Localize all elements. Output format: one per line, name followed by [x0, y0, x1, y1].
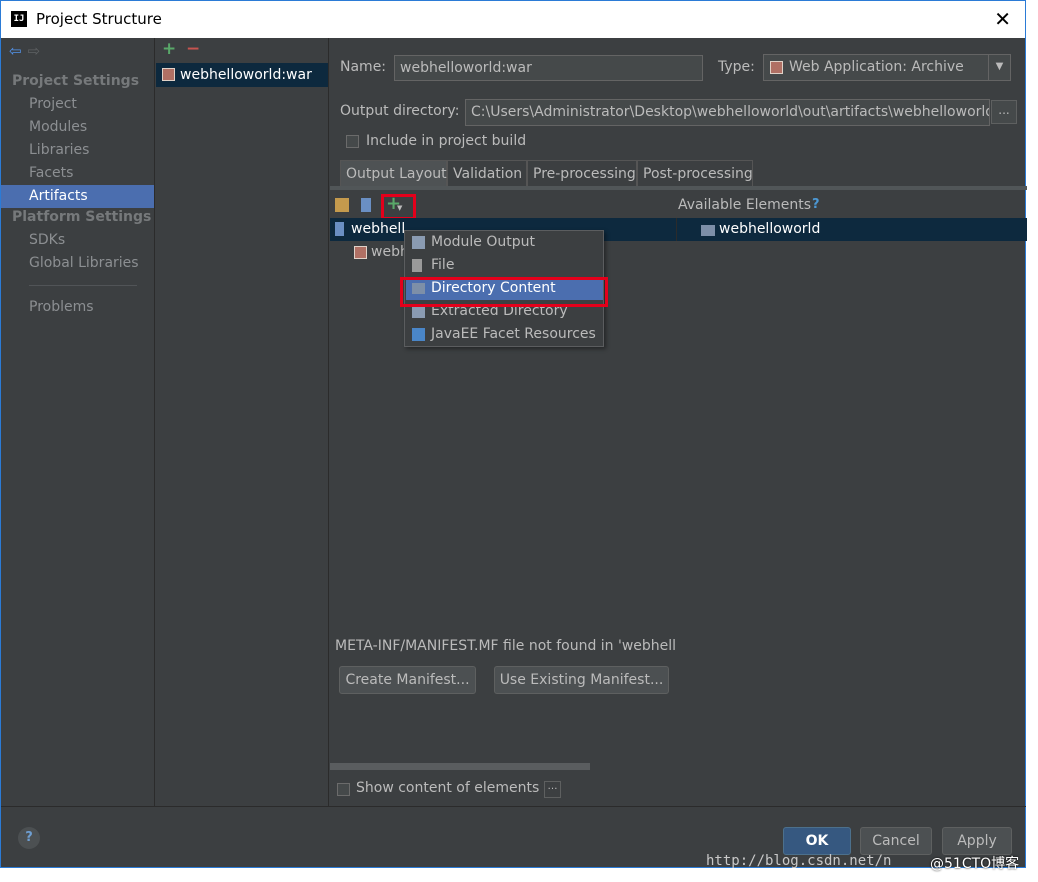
apply-button[interactable]: Apply: [942, 827, 1012, 855]
chevron-down-icon[interactable]: ▼: [988, 55, 1010, 80]
nav-item-modules[interactable]: Modules: [1, 116, 154, 139]
layout-tree-root[interactable]: webhell: [351, 218, 405, 241]
available-elements-label: Available Elements: [678, 197, 812, 213]
nav-section-platform-settings: Platform Settings: [12, 209, 152, 225]
file-icon: [412, 259, 422, 272]
name-field[interactable]: webhelloworld:war: [394, 55, 703, 81]
show-content-options-button[interactable]: …: [544, 781, 561, 798]
war-root-icon: [335, 222, 344, 236]
include-build-checkbox[interactable]: [346, 135, 359, 148]
nav-item-global-libraries[interactable]: Global Libraries: [1, 252, 154, 275]
ok-button[interactable]: OK: [783, 827, 851, 855]
menu-item-javaee-facet-resources[interactable]: JavaEE Facet Resources: [406, 323, 603, 346]
nav-item-libraries[interactable]: Libraries: [1, 139, 154, 162]
menu-item-label: Module Output: [431, 234, 535, 250]
nav-section-project-settings: Project Settings: [12, 73, 140, 89]
create-manifest-button[interactable]: Create Manifest...: [339, 666, 476, 694]
site-watermark: @51CTO博客: [930, 856, 1020, 872]
add-artifact-icon[interactable]: +: [162, 39, 176, 59]
nav-item-problems[interactable]: Problems: [1, 296, 154, 319]
project-structure-dialog: ⇦ ⇨ Project Settings Project Modules Libr…: [0, 38, 1027, 868]
output-directory-field[interactable]: C:\Users\Administrator\Desktop\webhellow…: [465, 99, 990, 126]
title-bar: IJ Project Structure ✕: [0, 0, 1026, 38]
menu-item-label: File: [431, 257, 455, 273]
archive-icon[interactable]: [361, 198, 371, 212]
war-child-icon: [354, 246, 367, 259]
type-combo[interactable]: Web Application: Archive ▼: [763, 54, 1011, 81]
help-icon[interactable]: ?: [812, 197, 820, 212]
back-arrow-icon[interactable]: ⇦: [9, 42, 22, 60]
include-build-label: Include in project build: [366, 133, 527, 149]
menu-item-module-output[interactable]: Module Output: [406, 231, 603, 254]
splitter[interactable]: [676, 218, 677, 241]
show-content-checkbox[interactable]: [337, 783, 350, 796]
horizontal-scrollbar[interactable]: [330, 763, 590, 770]
artifact-details: Name: webhelloworld:war Type: Web Applic…: [330, 38, 1027, 806]
browse-button[interactable]: ...: [991, 100, 1017, 124]
javaee-facet-icon: [412, 328, 425, 341]
nav-divider: [29, 285, 137, 286]
window-title: Project Structure: [36, 10, 162, 28]
tab-pre-processing[interactable]: Pre-processing: [527, 160, 637, 186]
output-layout-panel: + ▼ Available Elements ? webhell webhell…: [330, 186, 1027, 632]
manifest-warning: META-INF/MANIFEST.MF file not found in '…: [335, 638, 677, 654]
nav-item-facets[interactable]: Facets: [1, 162, 154, 185]
type-label: Type:: [718, 59, 755, 75]
show-content-label: Show content of elements: [356, 780, 540, 796]
forward-arrow-icon[interactable]: ⇨: [28, 42, 41, 60]
use-existing-manifest-button[interactable]: Use Existing Manifest...: [494, 666, 669, 694]
menu-item-file[interactable]: File: [406, 254, 603, 277]
artifact-name: webhelloworld:war: [180, 67, 312, 83]
war-archive-icon: [162, 68, 175, 81]
nav-item-project[interactable]: Project: [1, 93, 154, 116]
tab-post-processing[interactable]: Post-processing: [637, 160, 753, 186]
help-button[interactable]: ?: [18, 827, 40, 849]
intellij-logo-icon: IJ: [11, 11, 27, 27]
menu-item-label: JavaEE Facet Resources: [431, 326, 596, 342]
remove-artifact-icon[interactable]: −: [186, 39, 200, 59]
new-directory-icon[interactable]: [335, 198, 349, 212]
cancel-button[interactable]: Cancel: [860, 827, 932, 855]
add-button-highlight: [381, 194, 416, 220]
module-output-icon: [412, 236, 425, 249]
artifact-list-panel: + − webhelloworld:war: [156, 38, 329, 806]
blog-watermark-url: http://blog.csdn.net/n: [706, 853, 892, 869]
name-label: Name:: [340, 59, 387, 75]
module-folder-icon: [701, 225, 715, 236]
add-element-menu: Module Output File Directory Content Ext…: [400, 230, 608, 347]
settings-nav: ⇦ ⇨ Project Settings Project Modules Libr…: [1, 38, 155, 806]
nav-arrows: ⇦ ⇨: [9, 42, 40, 60]
tab-validation[interactable]: Validation: [447, 160, 527, 186]
web-archive-icon: [770, 61, 783, 74]
directory-content-highlight: [400, 277, 608, 307]
artifact-list-item[interactable]: webhelloworld:war: [156, 63, 328, 87]
close-icon[interactable]: ✕: [994, 7, 1011, 31]
nav-item-sdks[interactable]: SDKs: [1, 229, 154, 252]
available-item-webhelloworld[interactable]: webhelloworld: [719, 218, 820, 241]
nav-item-artifacts[interactable]: Artifacts: [1, 185, 154, 208]
tab-output-layout[interactable]: Output Layout: [340, 160, 447, 186]
type-value: Web Application: Archive: [789, 59, 964, 75]
output-directory-label: Output directory:: [340, 103, 460, 119]
